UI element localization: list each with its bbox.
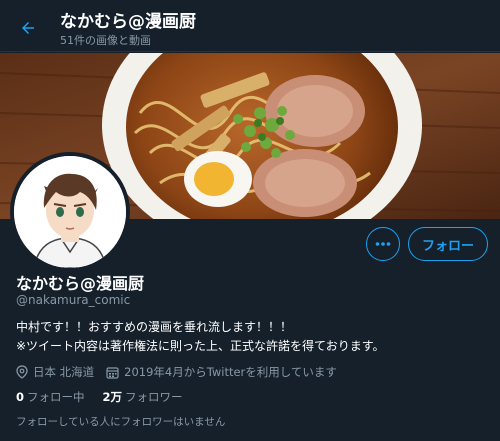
avatar-image	[14, 156, 126, 268]
display-name: なかむら@漫画厨	[16, 274, 145, 293]
followers-count[interactable]: 2万 フォロワー	[103, 389, 183, 405]
following-number: 0	[16, 390, 25, 404]
location: 日本 北海道	[16, 364, 94, 380]
profile-meta: 日本 北海道 2019年4月からTwitterを利用しています	[16, 363, 349, 381]
profile-bio: 中村です！！おすすめの漫画を垂れ流します！！！ ※ツイート内容は著作権法に則った…	[16, 318, 385, 356]
calendar-icon	[106, 366, 119, 379]
back-button[interactable]	[14, 14, 42, 42]
arrow-left-icon	[22, 22, 34, 34]
bio-line: ※ツイート内容は著作権法に則った上、正式な許諾を得ております。	[16, 339, 385, 353]
location-pin-icon	[16, 365, 28, 379]
header-title: なかむら@漫画厨	[60, 12, 196, 32]
following-label: フォロー中	[27, 390, 85, 404]
bio-line: 中村です！！おすすめの漫画を垂れ流します！！！	[16, 320, 293, 334]
location-text: 日本 北海道	[33, 365, 95, 379]
avatar[interactable]	[10, 152, 130, 272]
follow-stats: 0 フォロー中 2万 フォロワー	[16, 389, 201, 405]
followers-label: フォロワー	[125, 390, 183, 404]
followers-number: 2万	[102, 390, 123, 404]
user-handle: @nakamura_comic	[16, 293, 131, 307]
profile-header: なかむら@漫画厨 51件の画像と動画	[0, 0, 500, 52]
followers-you-know: フォローしている人にフォロワーはいません	[16, 416, 226, 428]
more-options-button[interactable]	[366, 227, 400, 261]
join-date: 2019年4月からTwitterを利用しています	[106, 364, 337, 380]
ellipsis-icon	[375, 242, 391, 246]
follow-button[interactable]: フォロー	[408, 227, 488, 261]
join-date-text: 2019年4月からTwitterを利用しています	[124, 365, 337, 379]
following-count[interactable]: 0 フォロー中	[16, 389, 85, 405]
media-count: 51件の画像と動画	[60, 34, 151, 47]
